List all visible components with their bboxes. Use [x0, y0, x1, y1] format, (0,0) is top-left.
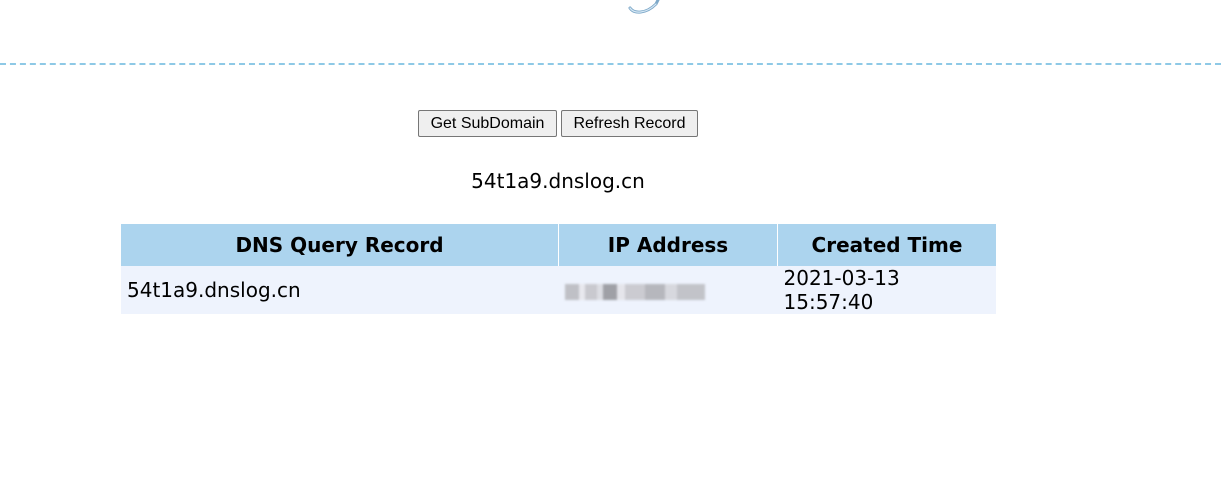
dns-logo-icon	[628, 0, 660, 14]
column-header-dns-query-record: DNS Query Record	[121, 224, 559, 266]
ip-address-cell	[558, 266, 778, 314]
column-header-created-time: Created Time	[777, 224, 996, 266]
dnslog-page: Get SubDomain Refresh Record 54t1a9.dnsl…	[0, 0, 1221, 478]
created-time-cell: 2021-03-13 15:57:40	[777, 266, 996, 314]
dns-records-table: DNS Query Record IP Address Created Time…	[121, 224, 996, 314]
table-header-row: DNS Query Record IP Address Created Time	[121, 224, 996, 266]
table-row: 54t1a9.dnslog.cn 2021-03-13 15:57:40	[121, 266, 996, 314]
subdomain-display: 54t1a9.dnslog.cn	[471, 169, 645, 193]
refresh-record-button[interactable]: Refresh Record	[561, 110, 698, 137]
dns-query-record-cell: 54t1a9.dnslog.cn	[121, 266, 559, 314]
controls-bar: Get SubDomain Refresh Record	[418, 110, 698, 137]
column-header-ip-address: IP Address	[558, 224, 778, 266]
redacted-ip-address	[564, 283, 705, 300]
get-subdomain-button[interactable]: Get SubDomain	[418, 110, 557, 137]
dashed-divider	[0, 63, 1221, 65]
